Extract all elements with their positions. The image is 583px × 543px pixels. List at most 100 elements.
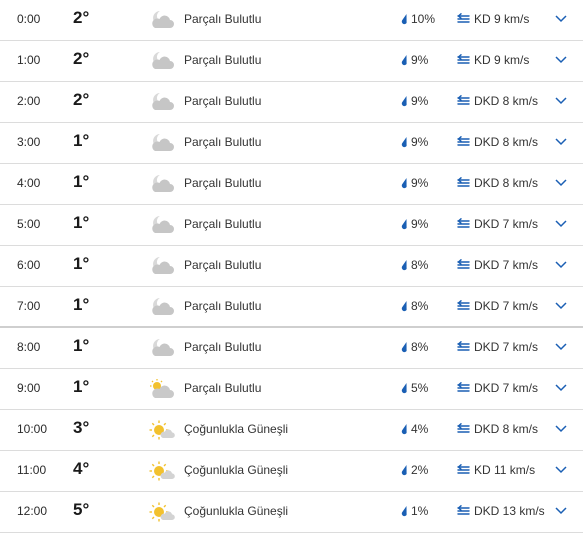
chevron-down-icon[interactable] <box>554 55 568 65</box>
hour-condition: Parçalı Bulutlu <box>184 381 262 395</box>
raindrop-icon <box>399 300 409 312</box>
chevron-down-icon[interactable] <box>554 178 568 188</box>
hour-row[interactable]: 12:00 5° Çoğunlukla Güneşli 1% DKD 13 km/s <box>0 492 583 533</box>
raindrop-icon <box>399 218 409 230</box>
hour-temperature: 1° <box>73 295 90 314</box>
chevron-down-icon[interactable] <box>554 465 568 475</box>
hour-time: 10:00 <box>17 422 48 436</box>
chevron-down-icon[interactable] <box>554 301 568 311</box>
hour-row[interactable]: 9:00 1° Parçalı Bulutlu 5% DKD 7 km/s <box>0 369 583 410</box>
hour-row[interactable]: 11:00 4° Çoğunlukla Güneşli 2% KD 11 km/s <box>0 451 583 492</box>
hour-condition: Parçalı Bulutlu <box>184 53 262 67</box>
cloud-moon-icon <box>146 91 176 113</box>
wind-speed: DKD 7 km/s <box>474 340 539 354</box>
hour-time: 9:00 <box>17 381 41 395</box>
hourly-forecast-list: 0:00 2° Parçalı Bulutlu 10% KD 9 km/s 1:00 2° P… <box>0 0 583 533</box>
wind-icon <box>457 464 471 476</box>
hour-temperature: 3° <box>73 418 90 437</box>
chevron-down-icon[interactable] <box>554 14 568 24</box>
raindrop-icon <box>399 95 409 107</box>
hour-time: 1:00 <box>17 53 41 67</box>
wind-speed: KD 9 km/s <box>474 12 530 26</box>
cloud-moon-icon <box>146 173 176 195</box>
hour-row[interactable]: 10:00 3° Çoğunlukla Güneşli 4% DKD 8 km/s <box>0 410 583 451</box>
hour-row[interactable]: 1:00 2° Parçalı Bulutlu 9% KD 9 km/s <box>0 41 583 82</box>
hour-temperature: 1° <box>73 172 90 191</box>
precipitation-chance: 9% <box>411 135 429 149</box>
sun-icon <box>146 419 176 441</box>
raindrop-icon <box>399 259 409 271</box>
wind-speed: DKD 7 km/s <box>474 381 539 395</box>
precipitation-chance: 8% <box>411 340 429 354</box>
precipitation-chance: 2% <box>411 463 429 477</box>
hour-row[interactable]: 6:00 1° Parçalı Bulutlu 8% DKD 7 km/s <box>0 246 583 287</box>
hour-temperature: 2° <box>73 8 90 27</box>
cloud-moon-icon <box>146 214 176 236</box>
hour-time: 11:00 <box>17 463 47 477</box>
hour-condition: Çoğunlukla Güneşli <box>184 422 289 436</box>
sun-icon <box>146 460 176 482</box>
hour-row[interactable]: 3:00 1° Parçalı Bulutlu 9% DKD 8 km/s <box>0 123 583 164</box>
chevron-down-icon[interactable] <box>554 506 568 516</box>
hour-temperature: 4° <box>73 459 90 478</box>
wind-speed: DKD 8 km/s <box>474 135 539 149</box>
precipitation-chance: 5% <box>411 381 429 395</box>
precipitation-chance: 1% <box>411 504 429 518</box>
chevron-down-icon[interactable] <box>554 219 568 229</box>
wind-icon <box>457 300 471 312</box>
hour-time: 0:00 <box>17 12 41 26</box>
hour-row[interactable]: 2:00 2° Parçalı Bulutlu 9% DKD 8 km/s <box>0 82 583 123</box>
hour-row[interactable]: 0:00 2° Parçalı Bulutlu 10% KD 9 km/s <box>0 0 583 41</box>
wind-speed: DKD 13 km/s <box>474 504 545 518</box>
wind-speed: DKD 8 km/s <box>474 422 539 436</box>
raindrop-icon <box>399 54 409 66</box>
wind-icon <box>457 259 471 271</box>
chevron-down-icon[interactable] <box>554 260 568 270</box>
chevron-down-icon[interactable] <box>554 383 568 393</box>
hour-condition: Parçalı Bulutlu <box>184 176 262 190</box>
hour-row[interactable]: 5:00 1° Parçalı Bulutlu 9% DKD 7 km/s <box>0 205 583 246</box>
wind-icon <box>457 218 471 230</box>
chevron-down-icon[interactable] <box>554 342 568 352</box>
hour-time: 7:00 <box>17 299 41 313</box>
precipitation-chance: 9% <box>411 94 429 108</box>
wind-icon <box>457 177 471 189</box>
cloud-moon-icon <box>146 296 176 318</box>
hour-row[interactable]: 8:00 1° Parçalı Bulutlu 8% DKD 7 km/s <box>0 328 583 369</box>
wind-speed: KD 9 km/s <box>474 53 530 67</box>
hour-time: 4:00 <box>17 176 41 190</box>
wind-speed: DKD 7 km/s <box>474 217 539 231</box>
sun-icon <box>146 501 176 523</box>
raindrop-icon <box>399 341 409 353</box>
wind-speed: DKD 8 km/s <box>474 176 539 190</box>
hour-condition: Çoğunlukla Güneşli <box>184 463 289 477</box>
hour-row[interactable]: 7:00 1° Parçalı Bulutlu 8% DKD 7 km/s <box>0 287 583 328</box>
chevron-down-icon[interactable] <box>554 424 568 434</box>
wind-icon <box>457 95 471 107</box>
hour-time: 3:00 <box>17 135 41 149</box>
chevron-down-icon[interactable] <box>554 96 568 106</box>
hour-time: 8:00 <box>17 340 41 354</box>
hour-condition: Çoğunlukla Güneşli <box>184 504 289 518</box>
chevron-down-icon[interactable] <box>554 137 568 147</box>
cloud-moon-icon <box>146 255 176 277</box>
hour-temperature: 2° <box>73 49 90 68</box>
hour-temperature: 1° <box>73 377 90 396</box>
hour-condition: Parçalı Bulutlu <box>184 94 262 108</box>
hour-temperature: 1° <box>73 254 90 273</box>
cloud-moon-icon <box>146 9 176 31</box>
wind-speed: DKD 7 km/s <box>474 258 539 272</box>
wind-icon <box>457 505 471 517</box>
wind-speed: DKD 7 km/s <box>474 299 539 313</box>
hour-condition: Parçalı Bulutlu <box>184 340 262 354</box>
precipitation-chance: 8% <box>411 299 429 313</box>
wind-icon <box>457 136 471 148</box>
cloud-moon-icon <box>146 50 176 72</box>
hour-row[interactable]: 4:00 1° Parçalı Bulutlu 9% DKD 8 km/s <box>0 164 583 205</box>
hour-condition: Parçalı Bulutlu <box>184 217 262 231</box>
hour-temperature: 2° <box>73 90 90 109</box>
precipitation-chance: 8% <box>411 258 429 272</box>
raindrop-icon <box>399 177 409 189</box>
hour-temperature: 1° <box>73 336 90 355</box>
precipitation-chance: 4% <box>411 422 429 436</box>
